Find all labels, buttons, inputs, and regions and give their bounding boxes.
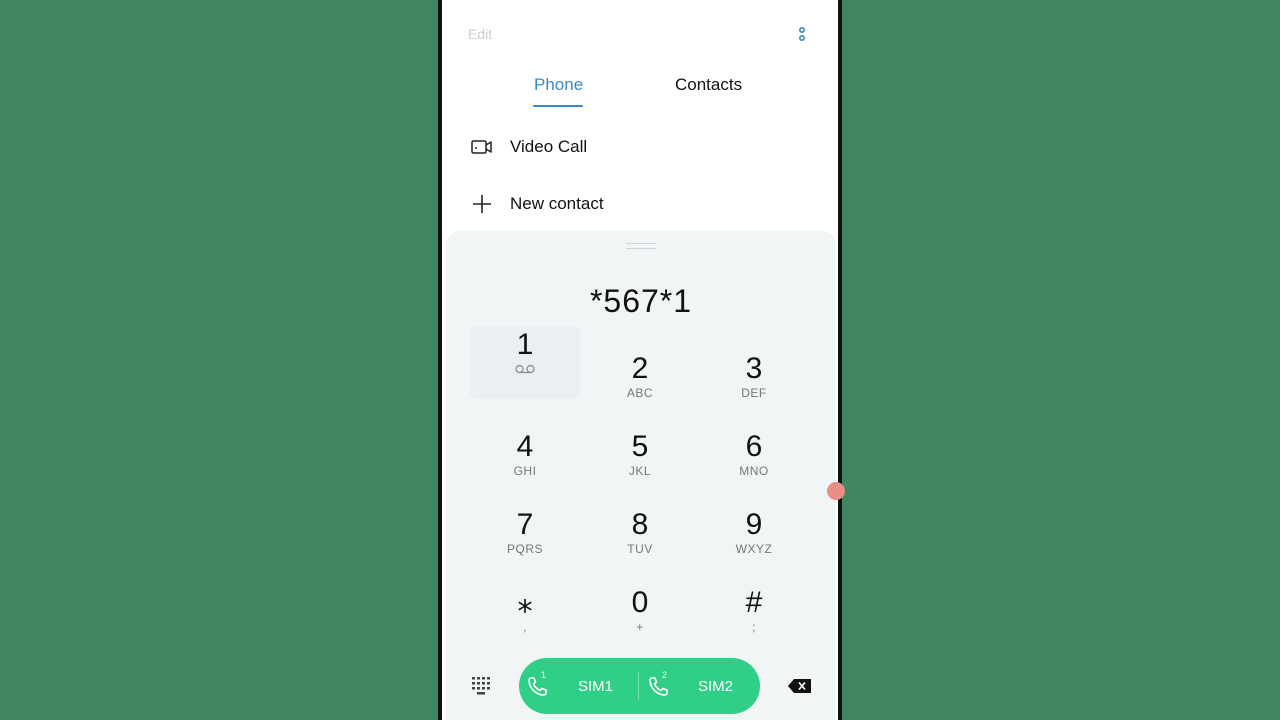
sim1-button[interactable]: SIM1 bbox=[578, 678, 613, 695]
tab-contacts[interactable]: Contacts bbox=[675, 75, 742, 95]
dial-key-digit: # bbox=[745, 586, 763, 619]
dial-key-digit: 2 bbox=[631, 352, 649, 385]
tab-phone[interactable]: Phone bbox=[534, 75, 583, 95]
dial-key-letters: MNO bbox=[739, 464, 769, 478]
dial-key-letters: JKL bbox=[628, 464, 652, 478]
new-contact-label: New contact bbox=[510, 194, 604, 213]
dial-key-2[interactable]: 2 ABC bbox=[585, 350, 695, 422]
floating-touch-indicator bbox=[827, 482, 845, 500]
video-call-row[interactable]: Video Call bbox=[442, 127, 838, 167]
backspace-icon[interactable] bbox=[788, 679, 812, 693]
dial-key-letters: PQRS bbox=[506, 542, 543, 556]
dial-key-letters: + bbox=[636, 620, 644, 634]
dial-key-digit: ⁎ bbox=[517, 586, 533, 619]
dialer-screen: Edit Phone Contacts Video Call New conta… bbox=[442, 0, 838, 720]
dial-key-letters: ABC bbox=[626, 386, 654, 400]
dialpad-toggle-icon[interactable] bbox=[471, 676, 491, 696]
sim2-badge: 2 bbox=[662, 670, 668, 680]
dial-key-digit: 8 bbox=[631, 508, 649, 541]
dial-key-letters: , bbox=[523, 620, 527, 634]
dial-key-letters: WXYZ bbox=[735, 542, 773, 556]
drag-handle[interactable] bbox=[626, 243, 656, 249]
dial-key-4[interactable]: 4 GHI bbox=[470, 428, 580, 500]
dialed-number: *567*1 bbox=[589, 283, 693, 319]
more-vertical-icon[interactable] bbox=[796, 24, 808, 46]
dial-key-digit: 6 bbox=[745, 430, 763, 463]
dialpad-panel: *567*1 1 2 ABC 3 DEF 4 GHI 5 JKL 6 MNO 7… bbox=[446, 231, 836, 720]
edit-button[interactable]: Edit bbox=[468, 26, 492, 42]
dial-key-digit: 1 bbox=[516, 328, 534, 361]
dial-key-6[interactable]: 6 MNO bbox=[699, 428, 809, 500]
dial-key-star[interactable]: ⁎ , bbox=[470, 584, 580, 656]
dial-key-9[interactable]: 9 WXYZ bbox=[699, 506, 809, 578]
voicemail-icon bbox=[515, 364, 535, 374]
dial-key-digit: 7 bbox=[516, 508, 534, 541]
dial-key-digit: 9 bbox=[745, 508, 763, 541]
plus-icon bbox=[473, 195, 491, 213]
dial-key-letters: TUV bbox=[627, 542, 653, 556]
sim-divider bbox=[638, 672, 639, 700]
dial-key-3[interactable]: 3 DEF bbox=[699, 350, 809, 422]
new-contact-row[interactable]: New contact bbox=[442, 184, 838, 224]
dial-key-hash[interactable]: # ; bbox=[699, 584, 809, 656]
video-call-label: Video Call bbox=[510, 137, 588, 156]
tab-bar: Phone Contacts bbox=[442, 70, 838, 110]
sim1-badge: 1 bbox=[541, 670, 547, 680]
sim2-button[interactable]: SIM2 bbox=[698, 678, 733, 695]
dial-key-8[interactable]: 8 TUV bbox=[585, 506, 695, 578]
call-button-group: 1 SIM1 2 SIM2 bbox=[519, 658, 760, 714]
dial-key-digit: 3 bbox=[745, 352, 763, 385]
dial-key-digit: 4 bbox=[516, 430, 534, 463]
dial-key-letters: GHI bbox=[513, 464, 537, 478]
bottom-bar: 1 SIM1 2 SIM2 bbox=[442, 658, 838, 714]
video-call-icon bbox=[471, 140, 492, 154]
dial-key-digit: 0 bbox=[631, 586, 649, 619]
top-bar: Edit bbox=[442, 0, 838, 60]
dial-key-digit: 5 bbox=[631, 430, 649, 463]
dial-key-5[interactable]: 5 JKL bbox=[585, 428, 695, 500]
active-tab-indicator bbox=[533, 105, 583, 107]
dial-key-1[interactable]: 1 bbox=[470, 326, 580, 398]
dial-key-0[interactable]: 0 + bbox=[585, 584, 695, 656]
dial-key-letters: ; bbox=[752, 620, 756, 634]
dial-key-letters: DEF bbox=[741, 386, 767, 400]
dial-key-7[interactable]: 7 PQRS bbox=[470, 506, 580, 578]
